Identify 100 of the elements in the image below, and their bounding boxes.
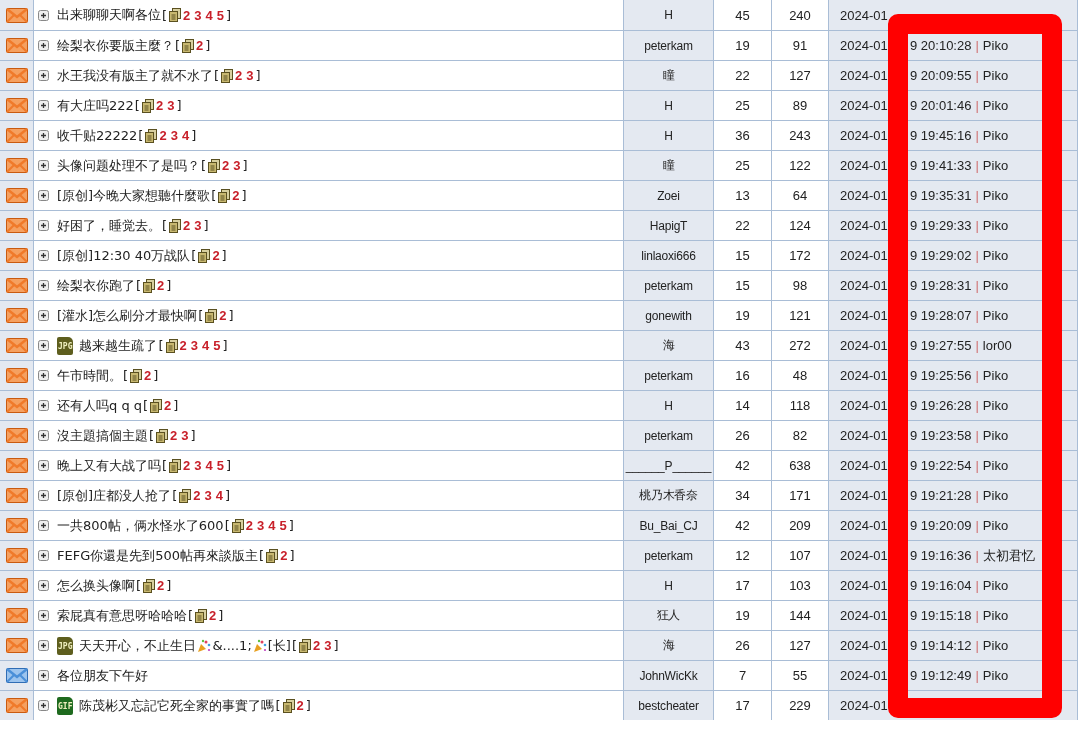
page-link[interactable]: 2 <box>232 188 240 203</box>
thread-title-link[interactable]: 各位朋友下午好 <box>57 666 148 685</box>
expand-icon[interactable] <box>38 340 49 351</box>
thread-title-link[interactable]: [原创]12:30 40万战队 <box>57 246 191 265</box>
last-poster-link[interactable]: Piko <box>982 518 1009 533</box>
author-link[interactable]: bestcheater <box>638 698 699 713</box>
last-poster-link[interactable]: Piko <box>982 218 1009 233</box>
expand-icon[interactable] <box>38 670 49 681</box>
author-link[interactable]: JohnWicKk <box>639 668 698 683</box>
thread-title-link[interactable]: 晚上又有大战了吗 <box>57 456 161 475</box>
page-link[interactable]: 3 <box>181 428 189 443</box>
page-link[interactable]: 2 <box>157 278 165 293</box>
page-link[interactable]: 2 <box>183 458 191 473</box>
thread-title-link[interactable]: [原创]庄都没人抢了 <box>57 486 172 505</box>
page-link[interactable]: 3 <box>194 458 202 473</box>
page-link[interactable]: 3 <box>204 488 212 503</box>
expand-icon[interactable] <box>38 430 49 441</box>
author-link[interactable]: H <box>664 398 673 413</box>
page-link[interactable]: 3 <box>256 518 265 533</box>
page-link[interactable]: 5 <box>216 458 224 473</box>
author-link[interactable]: HapigT <box>649 218 688 233</box>
page-link[interactable]: 4 <box>215 488 223 503</box>
last-poster-link[interactable]: Piko <box>982 98 1009 113</box>
thread-title-link[interactable]: 好困了，睡觉去。 <box>57 216 161 235</box>
last-poster-link[interactable]: Piko <box>982 158 1009 173</box>
page-link[interactable]: 4 <box>205 458 213 473</box>
expand-icon[interactable] <box>38 9 49 21</box>
page-link[interactable]: 2 <box>159 128 167 143</box>
expand-icon[interactable] <box>38 100 49 111</box>
page-link[interactable]: 2 <box>183 7 191 23</box>
page-link[interactable]: 2 <box>222 158 230 173</box>
last-poster-link[interactable]: Piko <box>982 248 1009 263</box>
last-poster-link[interactable]: Piko <box>982 428 1009 443</box>
last-poster-link[interactable]: Piko <box>982 578 1009 593</box>
expand-icon[interactable] <box>38 70 49 81</box>
author-link[interactable]: 桃乃木香奈 <box>639 487 698 504</box>
page-link[interactable]: 3 <box>194 218 202 233</box>
author-link[interactable]: peterkam <box>644 428 693 443</box>
last-poster-link[interactable]: Piko <box>982 278 1009 293</box>
last-poster-link[interactable]: Piko <box>982 398 1009 413</box>
last-poster-link[interactable]: Piko <box>982 308 1009 323</box>
thread-title-link[interactable]: 越来越生疏了 <box>79 336 158 355</box>
expand-icon[interactable] <box>38 220 49 231</box>
expand-icon[interactable] <box>38 460 49 471</box>
last-poster-link[interactable]: Piko <box>982 188 1009 203</box>
thread-title-link[interactable]: 收千贴22222 <box>57 126 138 145</box>
page-link[interactable]: 2 <box>157 578 165 593</box>
thread-title-link[interactable]: 一共800帖，俩水怪水了600 <box>57 516 224 535</box>
author-link[interactable]: 海 <box>662 637 675 654</box>
last-poster-link[interactable]: Piko <box>982 668 1009 683</box>
author-link[interactable]: 瞳 <box>662 67 675 84</box>
expand-icon[interactable] <box>38 700 49 711</box>
page-link[interactable]: 2 <box>209 608 217 623</box>
expand-icon[interactable] <box>38 310 49 321</box>
page-link[interactable]: 2 <box>245 518 253 533</box>
last-poster-link[interactable]: Piko <box>982 368 1009 383</box>
thread-title-link[interactable]: 出来聊聊天啊各位 <box>57 6 161 24</box>
last-poster-link[interactable]: lor00 <box>982 338 1012 353</box>
author-link[interactable]: gonewith <box>645 308 692 323</box>
author-link[interactable]: peterkam <box>644 278 693 293</box>
author-link[interactable]: H <box>664 578 673 593</box>
expand-icon[interactable] <box>38 250 49 261</box>
page-link[interactable]: 2 <box>193 488 201 503</box>
thread-title-link[interactable]: 索屁真有意思呀哈哈哈 <box>57 606 187 625</box>
author-link[interactable]: Bu_Bai_CJ <box>639 518 698 533</box>
thread-title-link[interactable]: 水王我没有版主了就不水了 <box>57 66 213 85</box>
author-link[interactable]: 狂人 <box>656 607 681 624</box>
thread-title-link[interactable]: FEFG你還是先到500帖再來談版主 <box>57 546 259 565</box>
page-link[interactable]: 5 <box>213 338 221 353</box>
page-link[interactable]: 3 <box>246 68 254 83</box>
page-link[interactable]: 2 <box>296 698 304 713</box>
expand-icon[interactable] <box>38 610 49 621</box>
page-link[interactable]: 4 <box>268 518 276 533</box>
page-link[interactable]: 2 <box>144 368 152 383</box>
author-link[interactable]: ______P______ <box>625 458 712 473</box>
page-link[interactable]: 4 <box>202 338 210 353</box>
page-link[interactable]: 3 <box>170 128 178 143</box>
author-link[interactable]: peterkam <box>644 38 693 53</box>
thread-title-link[interactable]: 绘梨衣你要版主麼？ <box>57 36 174 55</box>
page-link[interactable]: 2 <box>183 218 191 233</box>
page-link[interactable]: 4 <box>181 128 190 143</box>
author-link[interactable]: H <box>664 128 673 143</box>
expand-icon[interactable] <box>38 160 49 171</box>
thread-title-link[interactable]: 还有人吗q q q <box>57 396 143 415</box>
expand-icon[interactable] <box>38 550 49 561</box>
author-link[interactable]: H <box>664 98 673 113</box>
author-link[interactable]: Zoei <box>657 188 680 203</box>
last-poster-link[interactable]: Piko <box>982 68 1009 83</box>
author-link[interactable]: 海 <box>662 337 675 354</box>
thread-title-link[interactable]: 怎么换头像啊 <box>57 576 135 595</box>
page-link[interactable]: 2 <box>212 248 220 263</box>
expand-icon[interactable] <box>38 280 49 291</box>
page-link[interactable]: 2 <box>280 548 288 563</box>
page-link[interactable]: 3 <box>324 638 332 653</box>
last-poster-link[interactable]: Piko <box>982 458 1009 473</box>
page-link[interactable]: 2 <box>313 638 321 653</box>
page-link[interactable]: 5 <box>216 7 224 23</box>
expand-icon[interactable] <box>38 190 49 201</box>
expand-icon[interactable] <box>38 130 49 141</box>
thread-title-link[interactable]: [长] <box>267 636 291 655</box>
